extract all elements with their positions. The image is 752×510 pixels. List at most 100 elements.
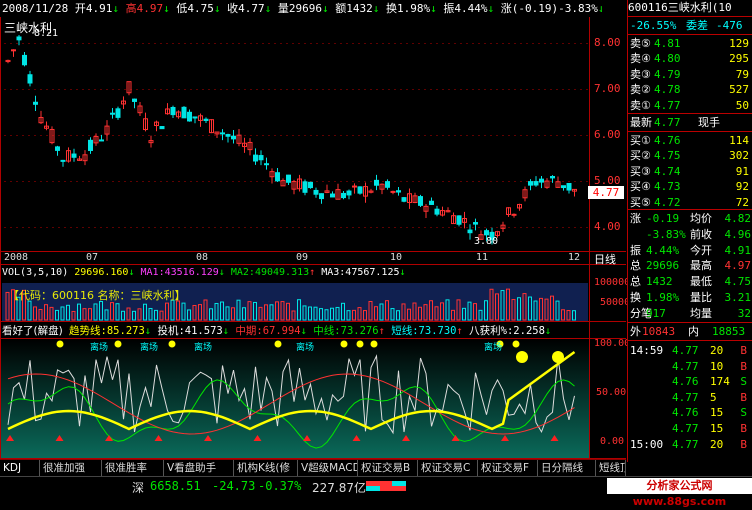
candle-body: [434, 208, 440, 215]
market-breadth-bar: [366, 481, 406, 491]
sell-level-row: 卖① 4.77 50: [630, 98, 749, 112]
price-axis-label: 4.00: [594, 220, 621, 233]
tick-row: 14:59 4.77 20 B: [630, 344, 747, 357]
candle-body: [253, 154, 258, 162]
indicator-header: 看好了(解盘) 趋势线:85.273↓ 投机:41.573↓ 中期:67.994…: [2, 325, 552, 337]
tick-row: 4.77 5 B: [672, 390, 747, 404]
chart-area[interactable]: 2008/11/28 开4.91↓ 高4.97↓ 低4.75↓ 收4.77↓ 量…: [0, 0, 630, 462]
candle-body: [33, 101, 38, 105]
indicator-tab[interactable]: 很准胜率: [102, 460, 164, 476]
candle-body: [115, 108, 121, 118]
tick-row: 4.77 10 B: [672, 359, 747, 373]
candle-body: [275, 172, 280, 182]
signal-dot: [356, 340, 364, 348]
volume-header: VOL(3,5,10) 29696.160↓ MA1:43516.129↓ MA…: [2, 267, 406, 278]
vol-axis-label: 50000: [600, 297, 631, 308]
indicator-tab[interactable]: KDJ: [0, 460, 40, 476]
min-price-label: 3.80: [474, 236, 499, 247]
volume-watermark: 【代码：600116 名称：三峡水利】: [8, 289, 186, 302]
indicator-tab[interactable]: 短线顶底判断: [596, 460, 626, 476]
smile-icon: [552, 351, 564, 363]
quote-title-row: 600116三峡水利(10: [628, 1, 732, 14]
candle-body: [566, 183, 572, 191]
candle-body: [225, 134, 231, 137]
stat-row: -3.83% 前收 4.96: [646, 227, 751, 241]
sell-level-row: 卖④ 4.80 295: [630, 52, 749, 66]
candle-body: [533, 181, 539, 186]
candle-body: [357, 186, 363, 194]
indicator-tab[interactable]: V超级MACD: [298, 460, 358, 476]
date-label: 2008: [4, 252, 29, 263]
indicator-lines: [1, 339, 589, 458]
candle-body: [456, 215, 462, 225]
exit-mark: 离场: [296, 343, 315, 353]
candle-body: [132, 98, 137, 102]
candle-body: [192, 116, 198, 119]
stock-code: 600116: [628, 1, 668, 14]
stock-name: 三峡水利: [667, 1, 712, 14]
candle-body: [170, 106, 176, 116]
buy-level-row: 买② 4.75 302: [630, 149, 749, 163]
candle-body: [429, 200, 434, 205]
candle-body: [418, 196, 423, 206]
indicator-tab[interactable]: 权证交易F: [478, 460, 538, 476]
candle-body: [352, 185, 357, 188]
exit-mark: 离场: [90, 343, 109, 353]
market-amount: 227.87亿: [312, 481, 366, 495]
site-logo: 分析家公式网 www.88gs.com: [607, 478, 752, 508]
date-label: 12: [568, 252, 581, 263]
candle-body: [88, 139, 93, 151]
candle-body: [60, 159, 66, 162]
period-label[interactable]: 日线: [594, 251, 616, 267]
market-label: 深: [132, 481, 145, 495]
ind-axis-label: 50.00: [596, 387, 627, 398]
signal-dot: [340, 340, 348, 348]
price-axis-label: 8.00: [594, 36, 621, 49]
candle-body: [159, 126, 165, 130]
candle-body: [22, 54, 27, 66]
buy-level-row: 买① 4.76 114: [630, 134, 749, 147]
max-price-label: 8.21: [34, 28, 59, 39]
ind-axis-label: 100.00: [594, 338, 631, 349]
candle-body: [264, 163, 269, 166]
indicator-tab-bar[interactable]: KDJ 很准加强 很准胜率 V看盘助手 机构K线(修 V超级MACD 权证交易B 权证交易C 权…: [0, 459, 626, 476]
tick-row: 4.77 15 B: [672, 422, 747, 435]
indicator-tab[interactable]: 日分隔线: [538, 460, 596, 476]
indicator-tab[interactable]: 权证交易C: [418, 460, 478, 476]
tick-row: 15:00 4.77 20 B: [630, 437, 747, 451]
indicator-tab[interactable]: 很准加强: [40, 460, 102, 476]
candle-body: [390, 190, 396, 193]
candle-body: [401, 197, 407, 202]
indicator-tab[interactable]: 机构K线(修: [234, 460, 298, 476]
stat-row: 分笔 917 均量 32: [630, 306, 751, 320]
stat-row: 总 1432 最低 4.75: [630, 275, 751, 289]
date-label: 09: [296, 252, 309, 263]
candle-body: [220, 132, 225, 135]
signal-dot: [512, 340, 520, 348]
candle-body: [539, 178, 544, 183]
candlestick-series: [5, 34, 577, 245]
kline-chart[interactable]: [0, 0, 626, 462]
ind-axis-label: 0.00: [600, 436, 625, 447]
candle-body: [346, 190, 352, 196]
candle-body: [308, 181, 313, 189]
sell-level-row: 卖③ 4.79 79: [630, 67, 749, 81]
smile-icon: [516, 351, 528, 363]
candle-body: [484, 230, 489, 236]
sell-level-row: 卖② 4.78 527: [630, 83, 749, 97]
order-ratio-row: -26.55% 委差 -476: [630, 19, 743, 32]
indicator-tab[interactable]: 权证交易B: [358, 460, 418, 476]
sell-level-row: 卖⑤ 4.81 129: [630, 37, 749, 50]
date-label: 11: [476, 252, 489, 263]
stat-row: 涨 -0.19 均价 4.82: [630, 212, 751, 225]
candle-body: [110, 112, 115, 115]
signal-dot: [56, 340, 64, 348]
stat-row: 振 4.44% 今开 4.91: [630, 243, 751, 257]
candle-body: [286, 174, 291, 183]
indicator-tab[interactable]: V看盘助手: [164, 460, 234, 476]
price-axis-label: 7.00: [594, 82, 621, 95]
date-label: 10: [390, 252, 403, 263]
candle-body: [385, 181, 390, 188]
exit-mark: 离场: [484, 343, 503, 353]
signal-dot: [274, 340, 282, 348]
